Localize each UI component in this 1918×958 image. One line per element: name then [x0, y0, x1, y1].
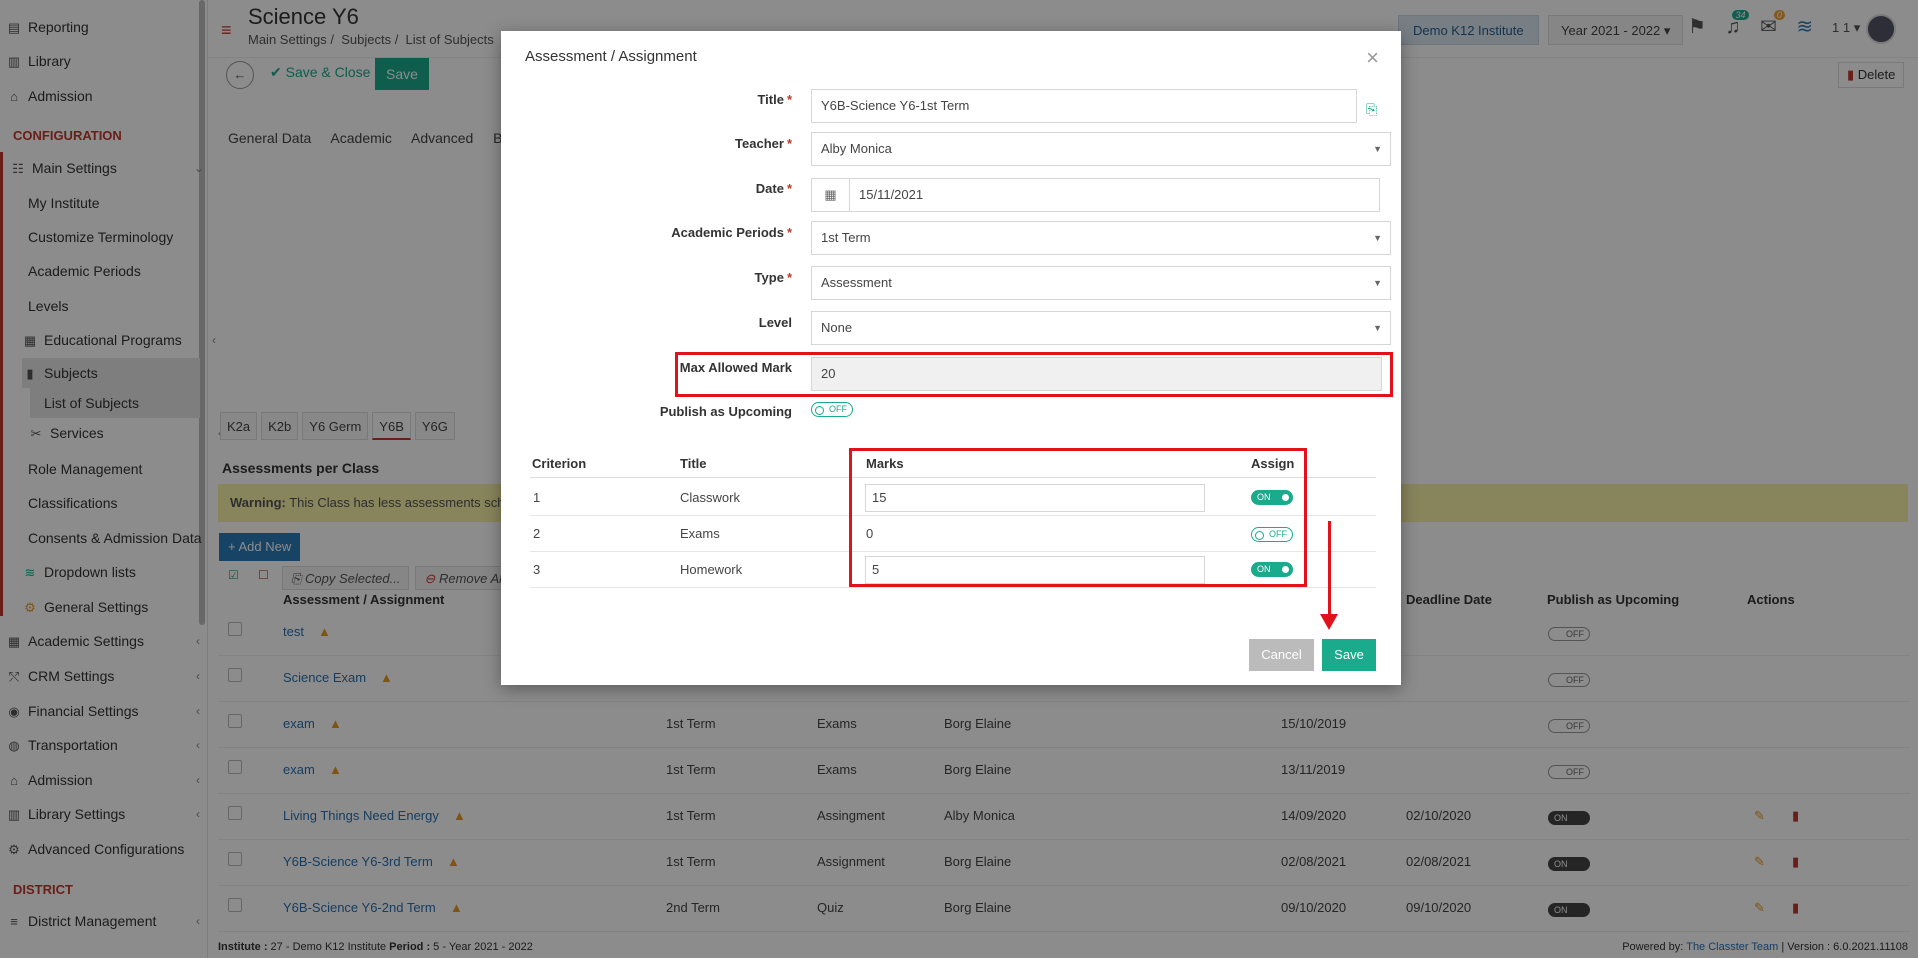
type-label: Type *: [754, 270, 792, 285]
teacher-select[interactable]: Alby Monica ▼: [811, 132, 1391, 166]
max-mark-input[interactable]: 20: [811, 357, 1382, 391]
date-label: Date *: [755, 181, 792, 196]
type-select[interactable]: Assessment ▼: [811, 266, 1391, 300]
calendar-icon[interactable]: ▦: [811, 178, 849, 212]
arrow-annotation-line: [1328, 521, 1331, 621]
cancel-button[interactable]: Cancel: [1249, 639, 1314, 671]
publish-toggle[interactable]: OFF: [811, 400, 853, 417]
level-select[interactable]: None ▼: [811, 311, 1391, 345]
title-label: Title *: [757, 92, 792, 107]
level-label: Level: [758, 315, 792, 330]
publish-label: Publish as Upcoming: [659, 404, 792, 419]
teacher-label: Teacher *: [735, 136, 792, 151]
title-input[interactable]: Y6B-Science Y6-1st Term: [811, 89, 1357, 123]
caret-down-icon: ▼: [1373, 233, 1382, 243]
arrow-annotation-head: [1320, 614, 1338, 630]
max-mark-label: Max Allowed Mark: [679, 360, 792, 375]
crit-th-title: Title: [680, 456, 707, 471]
caret-down-icon: ▼: [1373, 323, 1382, 333]
date-input[interactable]: 15/11/2021: [849, 178, 1380, 212]
periods-select[interactable]: 1st Term ▼: [811, 221, 1391, 255]
periods-label: Academic Periods *: [671, 225, 792, 240]
crit-th-criterion: Criterion: [532, 456, 587, 471]
close-icon[interactable]: ×: [1366, 45, 1379, 71]
modal-title: Assessment / Assignment: [525, 48, 697, 65]
marks-highlight: [849, 448, 1307, 587]
modal-save-button[interactable]: Save: [1322, 639, 1376, 671]
caret-down-icon: ▼: [1373, 144, 1382, 154]
copy-icon[interactable]: ⎘: [1366, 101, 1377, 118]
caret-down-icon: ▼: [1373, 278, 1382, 288]
